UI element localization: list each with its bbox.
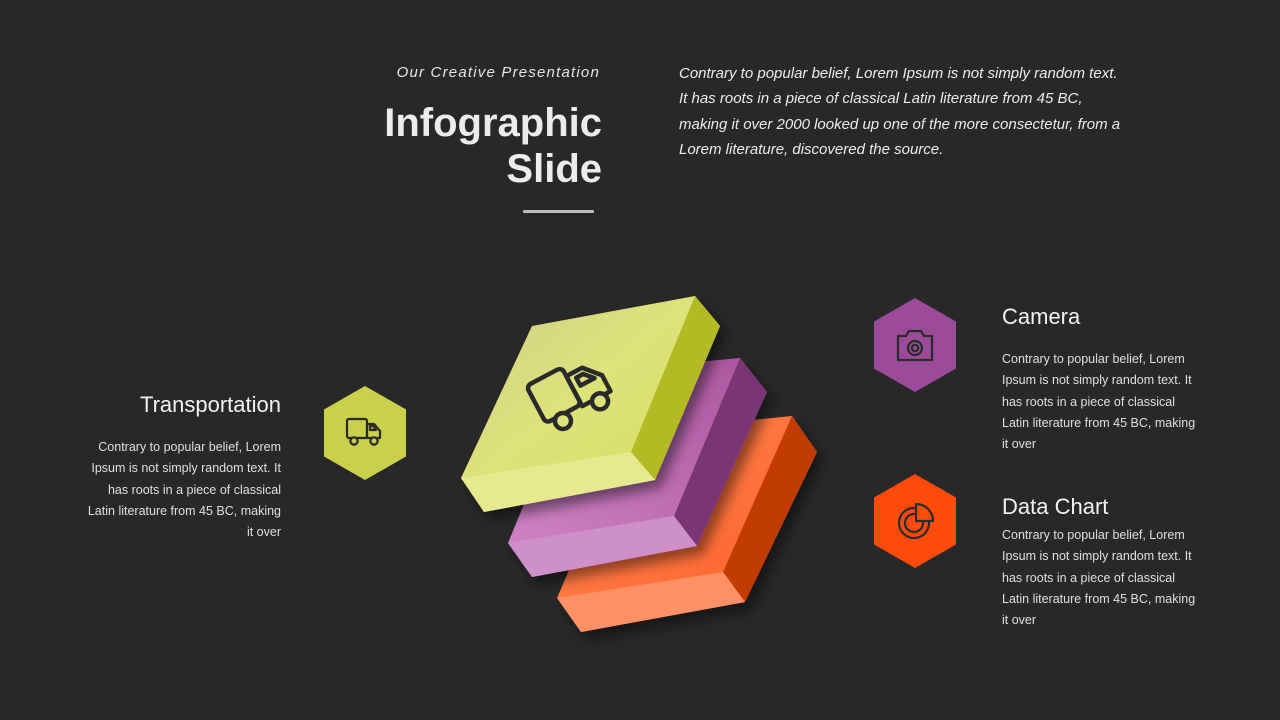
text-line: it over <box>246 525 281 540</box>
data-chart-hexagon <box>874 474 956 568</box>
text-line: Contrary to popular belief, Lorem <box>1002 528 1185 542</box>
intro-line: It has roots in a piece of classical Lat… <box>679 90 1083 108</box>
title-line-1: Infographic <box>384 101 602 145</box>
text-line: Latin literature from 45 BC, making <box>87 503 281 518</box>
text-line: Latin literature from 45 BC, making <box>1002 591 1196 606</box>
camera-hexagon <box>874 298 956 392</box>
intro-line: Lorem literature, discovered the source. <box>679 140 944 158</box>
text-line: Ipsum is not simply random text. It <box>1002 373 1192 388</box>
transportation-title: Transportation <box>139 392 281 417</box>
text-line: it over <box>1002 437 1037 452</box>
text-line: Latin literature from 45 BC, making <box>1002 415 1196 430</box>
text-line: Contrary to popular belief, Lorem <box>98 440 281 454</box>
text-line: has roots in a piece of classical <box>1002 570 1176 585</box>
intro-line: Contrary to popular belief, Lorem Ipsum … <box>679 65 1118 82</box>
slide-title: Infographic Slide <box>300 100 602 192</box>
text-line: Ipsum is not simply random text. It <box>91 461 281 476</box>
title-line-2: Slide <box>506 147 602 191</box>
camera-text: Contrary to popular belief, Lorem Ipsum … <box>1002 349 1207 455</box>
intro-line: making it over 2000 looked up one of the… <box>679 115 1121 133</box>
camera-title: Camera <box>1002 304 1081 329</box>
transportation-hexagon <box>324 386 406 480</box>
transportation-text: Contrary to popular belief, Lorem Ipsum … <box>80 437 281 543</box>
text-line: Contrary to popular belief, Lorem <box>1002 352 1185 366</box>
title-underline <box>523 210 594 213</box>
text-line: has roots in a piece of classical <box>107 482 281 497</box>
layered-stack-graphic <box>440 280 840 650</box>
slide-subtitle: Our Creative Presentation <box>396 64 600 81</box>
text-line: it over <box>1002 613 1037 628</box>
text-line: has roots in a piece of classical <box>1002 394 1176 409</box>
data-chart-text: Contrary to popular belief, Lorem Ipsum … <box>1002 525 1207 631</box>
data-chart-title: Data Chart <box>1002 494 1109 519</box>
text-line: Ipsum is not simply random text. It <box>1002 549 1192 564</box>
intro-paragraph: Contrary to popular belief, Lorem Ipsum … <box>679 61 1159 162</box>
